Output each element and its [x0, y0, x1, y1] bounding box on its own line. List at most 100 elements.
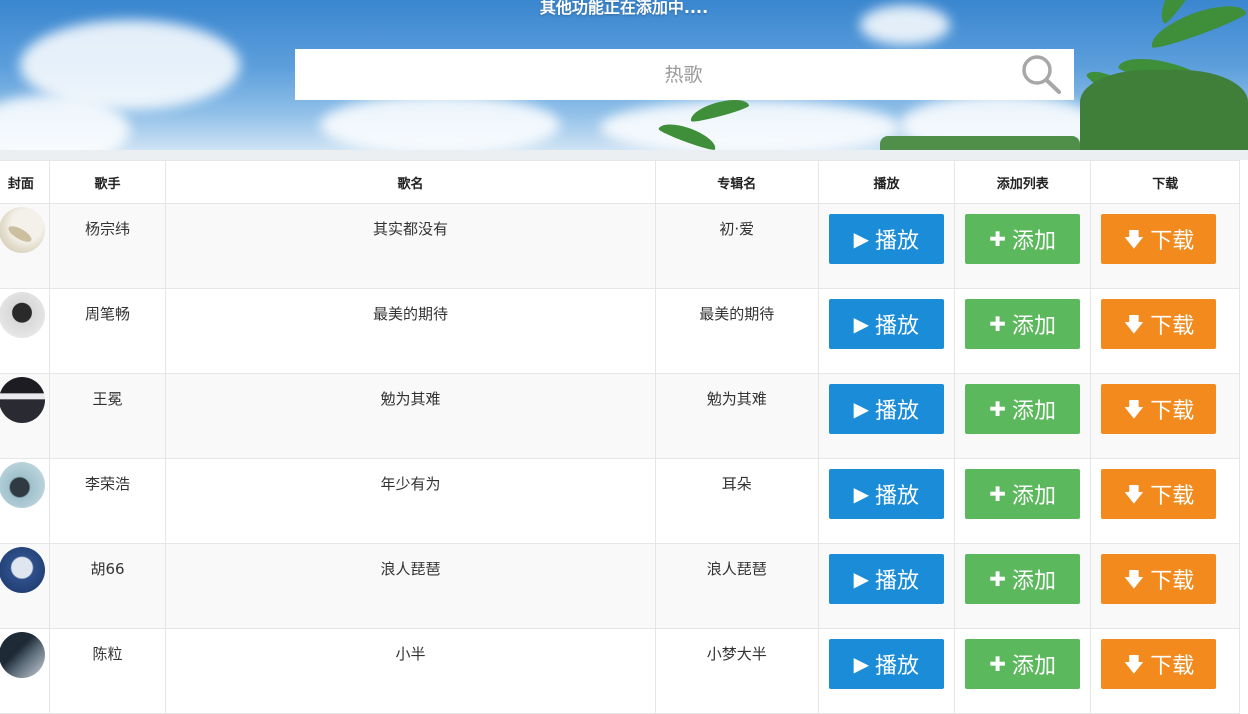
column-header-song: 歌名 [165, 160, 656, 204]
cover-cell [0, 373, 50, 459]
album-cover[interactable] [0, 377, 45, 423]
plus-icon: ✚ [989, 312, 1007, 336]
add-cell: ✚ 添加 [954, 373, 1092, 459]
table-row: 杨宗纬 其实都没有 初·爱 ▶ 播放 ✚ 添加 🡇 下载 [0, 203, 1240, 289]
download-button[interactable]: 🡇 下载 [1101, 469, 1217, 519]
singer-cell: 周笔畅 [48, 288, 167, 374]
add-button[interactable]: ✚ 添加 [965, 214, 1081, 264]
album-cell: 初·爱 [654, 203, 819, 289]
add-button[interactable]: ✚ 添加 [965, 469, 1081, 519]
cover-cell [0, 288, 50, 374]
arrow-down-icon: 🡇 [1123, 652, 1145, 676]
arrow-down-icon: 🡇 [1123, 567, 1145, 591]
download-cell: 🡇 下载 [1090, 203, 1240, 289]
song-cell: 最美的期待 [165, 288, 656, 374]
album-cover[interactable] [0, 547, 45, 593]
column-header-add-list: 添加列表 [954, 160, 1092, 204]
album-cell: 小梦大半 [654, 628, 819, 714]
plus-icon: ✚ [989, 482, 1007, 506]
column-header-play: 播放 [817, 160, 956, 204]
search-button[interactable] [1020, 54, 1064, 96]
play-button[interactable]: ▶ 播放 [828, 469, 944, 519]
add-cell: ✚ 添加 [954, 628, 1092, 714]
add-cell: ✚ 添加 [954, 288, 1092, 374]
album-cell: 浪人琵琶 [654, 543, 819, 629]
download-cell: 🡇 下载 [1090, 628, 1240, 714]
cover-cell [0, 458, 50, 544]
table-row: 李荣浩 年少有为 耳朵 ▶ 播放 ✚ 添加 🡇 下载 [0, 458, 1240, 544]
album-cell: 勉为其难 [654, 373, 819, 459]
table-row: 王冕 勉为其难 勉为其难 ▶ 播放 ✚ 添加 🡇 下载 [0, 373, 1240, 459]
play-cell: ▶ 播放 [817, 458, 956, 544]
table-row: 周笔畅 最美的期待 最美的期待 ▶ 播放 ✚ 添加 🡇 下载 [0, 288, 1240, 374]
play-button[interactable]: ▶ 播放 [828, 639, 944, 689]
singer-cell: 胡66 [48, 543, 167, 629]
play-button[interactable]: ▶ 播放 [828, 384, 944, 434]
hero-banner: 其他功能正在添加中.... [0, 0, 1248, 150]
album-cover[interactable] [0, 292, 45, 338]
arrow-down-icon: 🡇 [1123, 312, 1145, 336]
add-button[interactable]: ✚ 添加 [965, 299, 1081, 349]
singer-cell: 陈粒 [48, 628, 167, 714]
plus-icon: ✚ [989, 397, 1007, 421]
singer-cell: 杨宗纬 [48, 203, 167, 289]
download-button[interactable]: 🡇 下载 [1101, 214, 1217, 264]
song-cell: 小半 [165, 628, 656, 714]
add-cell: ✚ 添加 [954, 203, 1092, 289]
search-icon [1022, 55, 1061, 94]
search-input[interactable] [295, 49, 995, 100]
add-button[interactable]: ✚ 添加 [965, 639, 1081, 689]
add-cell: ✚ 添加 [954, 458, 1092, 544]
album-cover[interactable] [0, 462, 45, 508]
table-row: 陈粒 小半 小梦大半 ▶ 播放 ✚ 添加 🡇 下载 [0, 628, 1240, 714]
tree-foliage [1080, 70, 1248, 150]
play-icon: ▶ [853, 567, 870, 591]
column-header-download: 下载 [1090, 160, 1240, 204]
arrow-down-icon: 🡇 [1123, 482, 1145, 506]
cover-cell [0, 203, 50, 289]
song-cell: 勉为其难 [165, 373, 656, 459]
play-cell: ▶ 播放 [817, 628, 956, 714]
download-button[interactable]: 🡇 下载 [1101, 384, 1217, 434]
table-header-row: 封面 歌手 歌名 专辑名 播放 添加列表 下载 [0, 160, 1240, 204]
play-cell: ▶ 播放 [817, 288, 956, 374]
add-button[interactable]: ✚ 添加 [965, 554, 1081, 604]
play-icon: ▶ [853, 227, 870, 251]
album-cover[interactable] [0, 207, 45, 253]
play-icon: ▶ [853, 652, 870, 676]
song-table: 封面 歌手 歌名 专辑名 播放 添加列表 下载 杨宗纬 其实都没有 初·爱 ▶ 播… [0, 160, 1240, 714]
add-button[interactable]: ✚ 添加 [965, 384, 1081, 434]
play-icon: ▶ [853, 312, 870, 336]
play-button[interactable]: ▶ 播放 [828, 214, 944, 264]
arrow-down-icon: 🡇 [1123, 397, 1145, 421]
section-divider [0, 150, 1248, 160]
plus-icon: ✚ [989, 227, 1007, 251]
play-button[interactable]: ▶ 播放 [828, 299, 944, 349]
plus-icon: ✚ [989, 652, 1007, 676]
cloud-decoration [320, 95, 560, 150]
play-button[interactable]: ▶ 播放 [828, 554, 944, 604]
play-icon: ▶ [853, 482, 870, 506]
download-cell: 🡇 下载 [1090, 543, 1240, 629]
download-cell: 🡇 下载 [1090, 458, 1240, 544]
plus-icon: ✚ [989, 567, 1007, 591]
album-cell: 最美的期待 [654, 288, 819, 374]
download-cell: 🡇 下载 [1090, 373, 1240, 459]
song-cell: 其实都没有 [165, 203, 656, 289]
play-cell: ▶ 播放 [817, 203, 956, 289]
play-cell: ▶ 播放 [817, 543, 956, 629]
song-cell: 浪人琵琶 [165, 543, 656, 629]
song-cell: 年少有为 [165, 458, 656, 544]
singer-cell: 李荣浩 [48, 458, 167, 544]
album-cover[interactable] [0, 632, 45, 678]
column-header-singer: 歌手 [48, 160, 167, 204]
search-bar [295, 49, 1074, 100]
play-icon: ▶ [853, 397, 870, 421]
download-button[interactable]: 🡇 下载 [1101, 639, 1217, 689]
column-header-album: 专辑名 [654, 160, 819, 204]
album-cell: 耳朵 [654, 458, 819, 544]
cloud-decoration [600, 100, 900, 150]
table-row: 胡66 浪人琵琶 浪人琵琶 ▶ 播放 ✚ 添加 🡇 下载 [0, 543, 1240, 629]
download-button[interactable]: 🡇 下载 [1101, 554, 1217, 604]
download-button[interactable]: 🡇 下载 [1101, 299, 1217, 349]
